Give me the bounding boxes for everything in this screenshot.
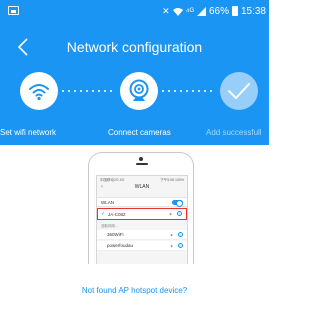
phone-info-icon: i xyxy=(178,243,183,248)
phone-back-icon: ‹ xyxy=(101,184,103,190)
phone-illustration: 中国移动2G 4G 下午5:08 100% ‹ WLAN WLAN ✓ JA-C… xyxy=(88,152,194,264)
phone-wifi-icon: ◒ xyxy=(170,232,173,237)
phone-choose-label: 选取网络… xyxy=(101,224,119,228)
navbar: Network configuration xyxy=(0,32,269,62)
step-label-set-wifi: Set wifi network xyxy=(0,128,57,137)
network-type-label: ⁴ᴳ xyxy=(185,5,194,16)
page-title: Network configuration xyxy=(66,39,203,55)
not-found-ap-link[interactable]: Not found AP hotspot device? xyxy=(0,286,269,295)
phone-wifi-icon: ◒ xyxy=(170,243,173,248)
step-label-add-successful: Add successfull xyxy=(206,128,262,137)
phone-wifi-icon: ◒ xyxy=(169,211,172,216)
signal-icon xyxy=(196,6,206,16)
phone-wlan-toggle xyxy=(172,200,183,207)
wifi-icon xyxy=(29,84,49,101)
battery-percent: 66% xyxy=(208,5,229,17)
progress-steps: Set wifi network Connect cameras Add suc… xyxy=(0,72,269,142)
step-set-wifi xyxy=(20,72,58,110)
phone-nav-title: WLAN xyxy=(134,184,150,190)
phone-selected-network: ✓ JA-C082 ◒ i xyxy=(97,208,187,220)
phone-info-icon: i xyxy=(177,211,182,216)
phone-network-row: powerfoudau ◒ i xyxy=(97,241,187,251)
mute-icon: ✕ xyxy=(162,5,170,16)
phone-network-name: 360WiFi xyxy=(107,232,124,237)
status-bar-right: ✕ ⁴ᴳ 66% 15:38 xyxy=(162,4,266,18)
status-bar: ✕ ⁴ᴳ 66% 15:38 xyxy=(0,0,269,22)
step-connector-2 xyxy=(162,90,212,92)
phone-wlan-row: WLAN xyxy=(97,197,187,207)
phone-camera-dot xyxy=(139,157,143,161)
phone-selected-network-name: JA-C082 xyxy=(108,212,126,217)
header: ✕ ⁴ᴳ 66% 15:38 Network configuration Set… xyxy=(0,0,269,145)
phone-speaker xyxy=(136,163,148,165)
step-connect-cameras xyxy=(120,72,158,110)
step-add-successful xyxy=(220,72,258,110)
camera-icon xyxy=(129,79,149,101)
image-notification-icon xyxy=(8,6,19,15)
phone-info-icon: i xyxy=(178,232,183,237)
phone-screen: 中国移动2G 4G 下午5:08 100% ‹ WLAN WLAN ✓ JA-C… xyxy=(96,175,188,264)
phone-network-name: powerfoudau xyxy=(107,243,134,248)
step-connector-1 xyxy=(62,90,112,92)
phone-check-icon: ✓ xyxy=(101,211,106,217)
step-label-connect-cameras: Connect cameras xyxy=(108,128,171,137)
phone-network-row: 360WiFi ◒ i xyxy=(97,230,187,240)
network-configuration-screen: ✕ ⁴ᴳ 66% 15:38 Network configuration Set… xyxy=(0,0,269,324)
battery-icon xyxy=(231,6,238,16)
check-icon xyxy=(228,83,250,99)
phone-nav: ‹ WLAN xyxy=(97,184,187,194)
clock: 15:38 xyxy=(240,5,266,17)
wifi-status-icon xyxy=(172,7,183,16)
phone-wlan-label: WLAN xyxy=(101,200,115,205)
